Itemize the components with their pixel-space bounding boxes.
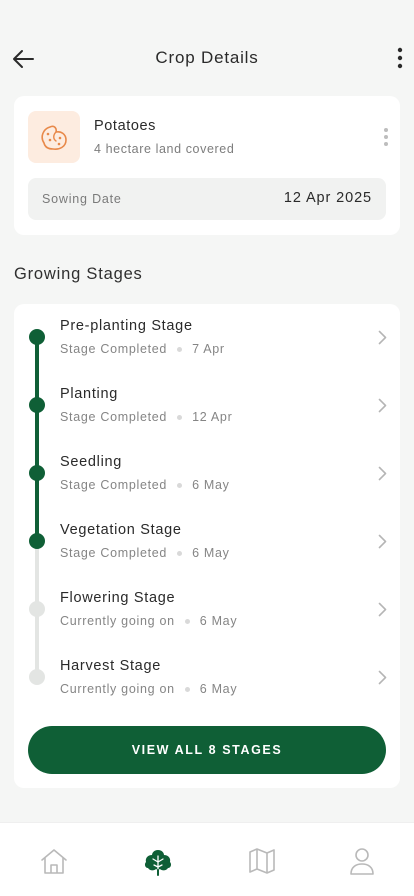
sowing-date-label: Sowing Date xyxy=(42,192,122,206)
potato-icon xyxy=(41,125,67,150)
stage-dot-completed xyxy=(29,397,45,413)
stage-status: Stage Completed xyxy=(60,478,168,492)
stage-row[interactable]: Seedling Stage Completed 6 May xyxy=(14,440,400,508)
stage-name: Seedling xyxy=(60,454,123,470)
stage-name: Vegetation Stage xyxy=(60,522,182,538)
chevron-right-icon xyxy=(376,328,388,346)
stage-name: Flowering Stage xyxy=(60,590,176,606)
separator-dot xyxy=(184,686,190,692)
stage-name: Harvest Stage xyxy=(60,658,161,674)
vertical-dots-icon xyxy=(397,47,403,69)
growing-stages-card: Pre-planting Stage Stage Completed 7 Apr… xyxy=(14,304,400,788)
sowing-date-box: Sowing Date 12 Apr 2025 xyxy=(28,178,386,220)
separator-dot xyxy=(177,482,183,488)
nav-crops[interactable] xyxy=(142,845,174,877)
view-all-stages-button[interactable]: VIEW ALL 8 STAGES xyxy=(28,726,386,774)
stage-meta: Stage Completed 6 May xyxy=(60,478,230,492)
stage-row[interactable]: Flowering Stage Currently going on 6 May xyxy=(14,576,400,644)
stage-status: Currently going on xyxy=(60,614,175,628)
stage-name: Pre-planting Stage xyxy=(60,318,193,334)
app-screen: Crop Details Potatoes 4 hectare land cov… xyxy=(0,0,414,896)
header: Crop Details xyxy=(0,0,414,110)
sowing-date-value: 12 Apr 2025 xyxy=(283,190,372,206)
stage-dot-completed xyxy=(29,465,45,481)
chevron-right-icon xyxy=(376,600,388,618)
stage-row[interactable]: Vegetation Stage Stage Completed 6 May xyxy=(14,508,400,576)
crop-card: Potatoes 4 hectare land covered Sowing D… xyxy=(14,96,400,235)
stage-row[interactable]: Pre-planting Stage Stage Completed 7 Apr xyxy=(14,304,400,372)
separator-dot xyxy=(184,618,190,624)
crop-more-button[interactable] xyxy=(378,126,394,148)
map-icon xyxy=(249,848,275,874)
stage-date: 6 May xyxy=(192,478,230,492)
chevron-right-icon xyxy=(376,464,388,482)
stage-meta: Stage Completed 12 Apr xyxy=(60,410,232,424)
chevron-right-icon xyxy=(376,532,388,550)
chevron-right-icon xyxy=(376,668,388,686)
profile-icon xyxy=(350,848,374,875)
stage-dot-pending xyxy=(29,669,45,685)
stage-status: Stage Completed xyxy=(60,546,168,560)
separator-dot xyxy=(177,414,183,420)
separator-dot xyxy=(177,346,183,352)
stage-dot-completed xyxy=(29,533,45,549)
vertical-dots-icon xyxy=(384,128,388,146)
stage-row[interactable]: Planting Stage Completed 12 Apr xyxy=(14,372,400,440)
stage-status: Stage Completed xyxy=(60,342,168,356)
stage-date: 12 Apr xyxy=(192,410,233,424)
growing-stages-title: Growing Stages xyxy=(14,265,143,283)
nav-profile[interactable] xyxy=(346,845,378,877)
crop-icon-tile xyxy=(28,111,80,163)
stage-dot-pending xyxy=(29,601,45,617)
stage-row[interactable]: Harvest Stage Currently going on 6 May xyxy=(14,644,400,712)
page-title: Crop Details xyxy=(155,48,259,67)
crop-land-info: 4 hectare land covered xyxy=(94,142,235,156)
stage-status: Currently going on xyxy=(60,682,175,696)
nav-home[interactable] xyxy=(38,845,70,877)
stage-name: Planting xyxy=(60,386,118,402)
stage-meta: Stage Completed 6 May xyxy=(60,546,230,560)
stage-status: Stage Completed xyxy=(60,410,168,424)
nav-map[interactable] xyxy=(246,845,278,877)
separator-dot xyxy=(177,550,183,556)
bottom-nav xyxy=(0,822,414,896)
stage-date: 6 May xyxy=(199,614,238,628)
stage-date: 7 Apr xyxy=(192,342,225,356)
more-options-button[interactable] xyxy=(392,44,408,72)
stage-meta: Currently going on 6 May xyxy=(60,682,237,696)
stage-date: 6 May xyxy=(199,682,238,696)
home-icon xyxy=(41,849,67,874)
chevron-right-icon xyxy=(376,396,388,414)
stage-meta: Currently going on 6 May xyxy=(60,614,237,628)
stage-date: 6 May xyxy=(192,546,230,560)
crop-name: Potatoes xyxy=(94,118,157,134)
crop-icon xyxy=(144,850,172,876)
stage-meta: Stage Completed 7 Apr xyxy=(60,342,225,356)
stage-dot-completed xyxy=(29,329,45,345)
